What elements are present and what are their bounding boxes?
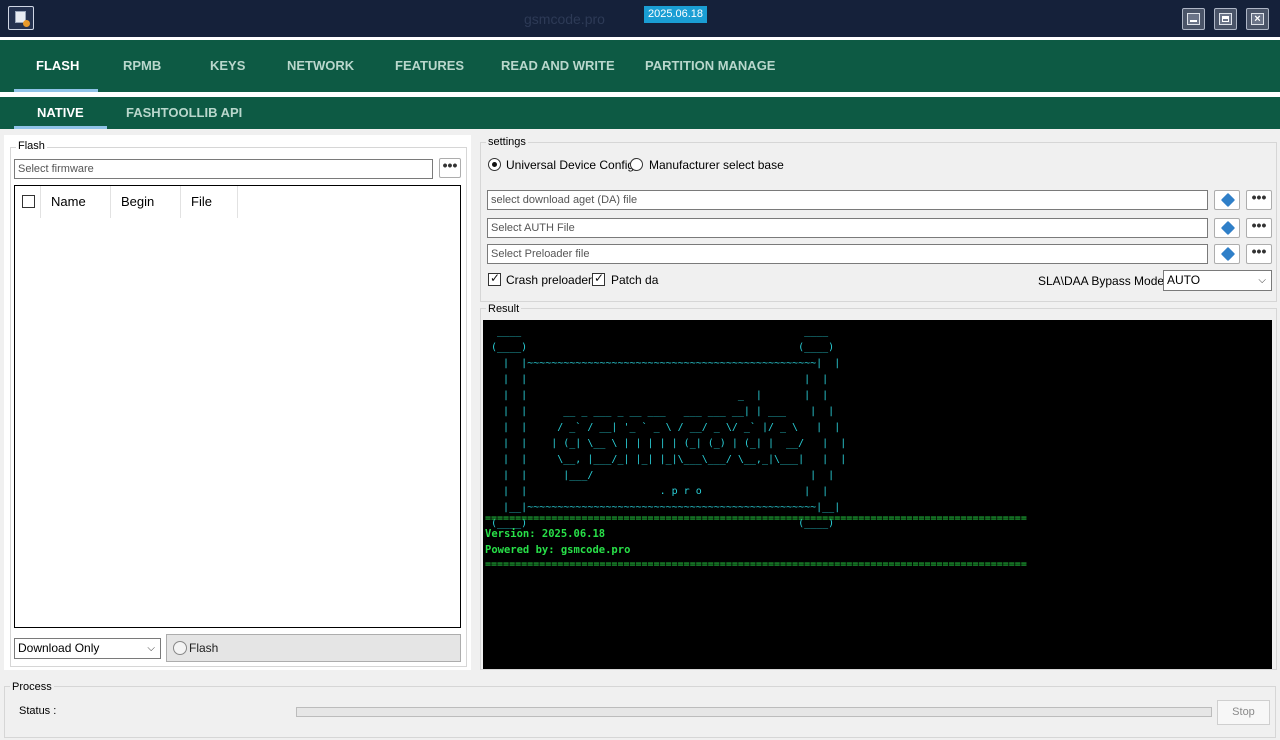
bypass-mode-label: SLA\DAA Bypass Mode: (1038, 274, 1168, 288)
stop-button[interactable]: Stop (1217, 700, 1270, 725)
result-legend: Result (486, 303, 522, 315)
flash-button-label: Flash (189, 641, 219, 655)
tab-keys[interactable]: KEYS (210, 40, 245, 92)
tab-flash[interactable]: FLASH (36, 40, 79, 92)
tab-fashtoollib-api[interactable]: FASHTOOLLIB API (126, 97, 242, 129)
column-header-begin[interactable]: Begin (111, 186, 181, 218)
maximize-button[interactable] (1214, 8, 1237, 30)
radio-manufacturer-select[interactable] (630, 158, 643, 171)
preloader-file-input[interactable]: Select Preloader file (487, 244, 1208, 264)
tab-features[interactable]: FEATURES (395, 40, 464, 92)
eraser-icon (1220, 220, 1236, 236)
radio-universal-label: Universal Device Config (506, 158, 635, 172)
da-file-input[interactable]: select download aget (DA) file (487, 190, 1208, 210)
flash-legend: Flash (16, 140, 47, 152)
browse-auth-button[interactable]: ••• (1246, 218, 1272, 238)
console-powered-line: Powered by: gsmcode.pro (485, 544, 631, 556)
maximize-icon (1219, 13, 1232, 25)
radio-manufacturer-label: Manufacturer select base (649, 158, 784, 172)
browse-da-button[interactable]: ••• (1246, 190, 1272, 210)
patch-da-label: Patch da (611, 273, 659, 287)
select-all-checkbox[interactable] (22, 195, 35, 208)
firmware-input[interactable]: Select firmware (14, 159, 433, 179)
crash-preloader-checkbox[interactable] (488, 271, 501, 286)
minimize-icon (1187, 13, 1200, 25)
chevron-down-icon: ⌵ (1258, 275, 1266, 286)
version-badge: 2025.06.18 (644, 6, 707, 23)
eraser-icon (1220, 246, 1236, 262)
close-button[interactable]: × (1246, 8, 1269, 30)
status-label: Status : (19, 705, 57, 717)
main-tab-bar: FLASH RPMB KEYS NETWORK FEATURES READ AN… (0, 40, 1280, 92)
flash-button[interactable]: Flash (166, 634, 461, 662)
process-legend: Process (10, 681, 54, 693)
patch-da-checkbox[interactable] (592, 271, 605, 286)
eraser-icon (1220, 192, 1236, 208)
flash-icon (173, 641, 187, 655)
title-bar: gsmcode.pro 2025.06.18 × (0, 0, 1280, 37)
clear-da-button[interactable] (1214, 190, 1240, 210)
tab-network[interactable]: NETWORK (287, 40, 354, 92)
minimize-button[interactable] (1182, 8, 1205, 30)
active-subtab-indicator (14, 126, 107, 129)
console-version-line: Version: 2025.06.18 (485, 528, 606, 540)
select-all-column (15, 186, 41, 218)
clear-preloader-button[interactable] (1214, 244, 1240, 264)
result-console[interactable]: ____ ____ (____) (____) | |~~~~~~~~~~~~~… (483, 320, 1272, 669)
tab-read-and-write[interactable]: READ AND WRITE (501, 40, 615, 92)
console-separator: ========================================… (485, 559, 1027, 570)
progress-bar (296, 707, 1212, 717)
window-title: gsmcode.pro (524, 11, 605, 27)
tab-rpmb[interactable]: RPMB (123, 40, 161, 92)
browse-preloader-button[interactable]: ••• (1246, 244, 1272, 264)
firmware-partition-table[interactable]: Name Begin File (14, 185, 461, 628)
close-icon: × (1251, 13, 1264, 25)
column-header-name[interactable]: Name (41, 186, 111, 218)
bypass-mode-select[interactable]: AUTO ⌵ (1163, 270, 1272, 291)
flash-mode-select[interactable]: Download Only ⌵ (14, 638, 161, 659)
gsmcode-ascii-logo: ____ ____ (____) (____) | |~~~~~~~~~~~~~… (491, 326, 847, 529)
sub-tab-bar: NATIVE FASHTOOLLIB API (0, 97, 1280, 129)
column-header-file[interactable]: File (181, 186, 238, 218)
bypass-mode-value: AUTO (1167, 273, 1201, 287)
auth-file-input[interactable]: Select AUTH File (487, 218, 1208, 238)
flash-mode-value: Download Only (18, 641, 100, 655)
settings-legend: settings (486, 136, 528, 148)
browse-firmware-button[interactable]: ••• (439, 158, 461, 178)
radio-universal-device-config[interactable] (488, 158, 501, 171)
console-separator: ========================================… (485, 513, 1027, 524)
app-icon[interactable] (8, 6, 34, 30)
chevron-down-icon: ⌵ (147, 643, 155, 654)
tab-partition-manage[interactable]: PARTITION MANAGE (645, 40, 775, 92)
crash-preloader-label: Crash preloader (506, 273, 593, 287)
clear-auth-button[interactable] (1214, 218, 1240, 238)
tab-native[interactable]: NATIVE (37, 97, 84, 129)
